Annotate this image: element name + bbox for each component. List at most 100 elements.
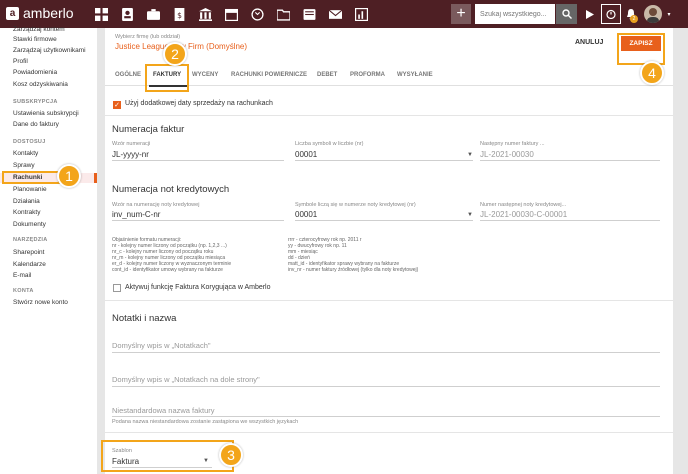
credit-pattern-input[interactable]: inv_num-C-nr xyxy=(112,210,160,219)
highlight-box-faktury-tab xyxy=(145,64,189,92)
sidebar: Zarządzaj kontem Stawki firmowe Zarządza… xyxy=(0,26,97,474)
notes-underline xyxy=(112,352,660,353)
phone-icon[interactable] xyxy=(244,0,270,28)
highlight-box-save xyxy=(617,33,665,65)
logo-text: amberlo xyxy=(23,5,74,21)
logo-mark: a xyxy=(6,6,19,20)
credit-next-input[interactable]: JL-2021-00030-C-00001 xyxy=(480,210,567,219)
sidebar-item-email[interactable]: E-mail xyxy=(13,272,31,279)
custom-name-underline xyxy=(112,416,660,417)
dashboard-icon[interactable] xyxy=(88,0,114,28)
callout-4: 4 xyxy=(640,61,664,85)
correcting-invoice-label: Aktywuj funkcję Faktura Korygująca w Amb… xyxy=(125,284,271,291)
bank-icon[interactable] xyxy=(192,0,218,28)
next-number-label: Następny numer faktury ... xyxy=(480,141,545,147)
notes-bottom-input[interactable]: Domyślny wpis w „Notatkach na dole stron… xyxy=(112,375,260,384)
mail-icon[interactable] xyxy=(322,0,348,28)
custom-name-input[interactable]: Niestandardowa nazwa faktury xyxy=(112,406,215,415)
custom-name-hint: Podana nazwa niestandardowa zostanie zas… xyxy=(112,419,299,425)
sidebar-item-notifications[interactable]: Powiadomienia xyxy=(13,69,57,76)
tab-proforma[interactable]: PROFORMA xyxy=(350,72,385,78)
tab-debit[interactable]: DEBET xyxy=(317,72,337,78)
divider xyxy=(105,115,673,116)
sidebar-heading-accounts: KONTA xyxy=(13,288,34,294)
numbering-help-left: Objaśnienie formatu numeracji: nr - kole… xyxy=(112,237,231,274)
invoice-icon[interactable]: $ xyxy=(166,0,192,28)
notes-input[interactable]: Domyślny wpis w „Notatkach" xyxy=(112,341,211,350)
highlight-box-template xyxy=(101,440,234,472)
pattern-input[interactable]: JL-yyyy-nr xyxy=(112,150,149,159)
sidebar-item-profile[interactable]: Profil xyxy=(13,58,28,65)
additional-date-checkbox[interactable]: ✓ xyxy=(113,101,121,109)
sidebar-item-invoice-data[interactable]: Dane do faktury xyxy=(13,121,59,128)
folder-icon[interactable] xyxy=(270,0,296,28)
timer-icon[interactable] xyxy=(601,4,621,24)
sidebar-item-users[interactable]: Zarządzaj użytkownikami xyxy=(13,47,86,54)
credit-next-label: Numer następnej noty kredytowej... xyxy=(480,202,567,208)
callout-3: 3 xyxy=(219,443,243,467)
credit-pattern-label: Wzór na numerację noty kredytowej xyxy=(112,202,200,208)
digits-select[interactable]: 00001 xyxy=(295,150,317,159)
sidebar-heading-tools: NARZĘDZIA xyxy=(13,237,48,243)
search-icon xyxy=(561,9,572,19)
svg-text:$: $ xyxy=(177,10,182,19)
play-icon[interactable] xyxy=(582,4,598,24)
sidebar-item-contacts[interactable]: Kontakty xyxy=(13,150,38,157)
tab-trust[interactable]: RACHUNKI POWIERNICZE xyxy=(231,72,307,78)
callout-1: 1 xyxy=(57,164,81,188)
sidebar-item-contracts[interactable]: Kontrakty xyxy=(13,209,40,216)
digits-underline xyxy=(295,160,473,161)
chevron-down-icon[interactable]: ▼ xyxy=(467,152,473,158)
credit-next-underline xyxy=(480,220,660,221)
sidebar-item-rates[interactable]: Stawki firmowe xyxy=(13,36,57,43)
numbering-help-right: rrrr - czterocyfrowy rok np. 2011 r yy -… xyxy=(288,237,418,274)
additional-date-label: Użyj dodatkowej daty sprzedaży na rachun… xyxy=(125,100,273,107)
tab-sending[interactable]: WYSYŁANIE xyxy=(397,72,433,78)
calendar-icon[interactable] xyxy=(218,0,244,28)
firm-select-label: Wybierz firmę (lub oddział) xyxy=(115,34,181,40)
settings-panel: Wybierz firmę (lub oddział) Justice Leag… xyxy=(105,28,673,474)
contacts-icon[interactable] xyxy=(114,0,140,28)
pattern-label: Wzór numeracji xyxy=(112,141,151,147)
top-bar: a amberlo $ + 2 ▾ xyxy=(0,0,688,28)
chevron-down-icon[interactable]: ▾ xyxy=(664,4,674,24)
cancel-button[interactable]: ANULUJ xyxy=(575,39,603,46)
documents-icon[interactable] xyxy=(296,0,322,28)
sidebar-item-calendars[interactable]: Kalendarze xyxy=(13,261,46,268)
credit-digits-label: Symbole liczą się w numerze noty kredyto… xyxy=(295,202,416,208)
sidebar-item-trash[interactable]: Kosz odzyskiwania xyxy=(13,81,68,88)
credit-pattern-underline xyxy=(112,220,284,221)
divider xyxy=(105,432,673,433)
tab-general[interactable]: OGÓLNE xyxy=(115,72,141,78)
sidebar-item-matters[interactable]: Sprawy xyxy=(13,162,35,169)
invoice-numbering-title: Numeracja faktur xyxy=(112,124,185,135)
credit-digits-select[interactable]: 00001 xyxy=(295,210,317,219)
sidebar-item-activities[interactable]: Działania xyxy=(13,198,40,205)
chevron-down-icon[interactable]: ▼ xyxy=(467,212,473,218)
top-nav-icons: $ xyxy=(88,0,374,28)
sidebar-item-manage-account[interactable]: Zarządzaj kontem xyxy=(13,26,65,33)
sidebar-item-planning[interactable]: Planowanie xyxy=(13,186,47,193)
next-number-input[interactable]: JL-2021-00030 xyxy=(480,150,534,159)
briefcase-icon[interactable] xyxy=(140,0,166,28)
digits-label: Liczba symboli w liczbie (nr) xyxy=(295,141,364,147)
correcting-invoice-checkbox[interactable] xyxy=(113,284,121,292)
search-button[interactable] xyxy=(556,4,577,24)
sidebar-item-sharepoint[interactable]: Sharepoint xyxy=(13,249,44,256)
avatar[interactable] xyxy=(644,5,662,23)
credit-digits-underline xyxy=(295,220,473,221)
add-button[interactable]: + xyxy=(451,4,471,24)
tab-estimates[interactable]: WYCENY xyxy=(192,72,218,78)
tab-bar: OGÓLNE FAKTURY WYCENY RACHUNKI POWIERNIC… xyxy=(105,64,673,86)
sidebar-heading-subscription: SUBSKRYPCJA xyxy=(13,99,58,105)
reports-icon[interactable] xyxy=(348,0,374,28)
sidebar-item-documents[interactable]: Dokumenty xyxy=(13,221,46,228)
search-input[interactable] xyxy=(475,4,555,24)
sidebar-item-subscription-settings[interactable]: Ustawienia subskrypcji xyxy=(13,110,79,117)
notes-bottom-underline xyxy=(112,386,660,387)
sidebar-active-indicator xyxy=(94,173,97,183)
logo[interactable]: a amberlo xyxy=(6,5,74,21)
notes-title: Notatki i nazwa xyxy=(112,313,177,324)
sidebar-item-create-account[interactable]: Stwórz nowe konto xyxy=(13,299,68,306)
notification-badge: 2 xyxy=(630,15,638,23)
